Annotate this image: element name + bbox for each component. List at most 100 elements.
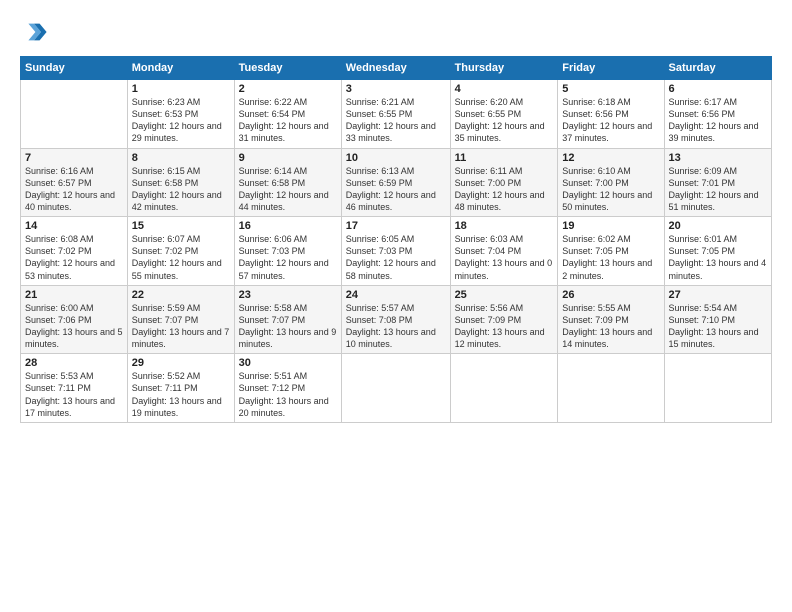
day-cell: 12Sunrise: 6:10 AM Sunset: 7:00 PM Dayli… [558,148,664,217]
day-number: 22 [132,289,230,301]
day-info: Sunrise: 6:17 AM Sunset: 6:56 PM Dayligh… [669,96,767,145]
day-cell: 23Sunrise: 5:58 AM Sunset: 7:07 PM Dayli… [234,285,341,354]
day-number: 19 [562,220,659,232]
day-number: 12 [562,152,659,164]
day-cell: 6Sunrise: 6:17 AM Sunset: 6:56 PM Daylig… [664,80,771,149]
weekday-tuesday: Tuesday [234,57,341,80]
day-number: 8 [132,152,230,164]
week-row-1: 1Sunrise: 6:23 AM Sunset: 6:53 PM Daylig… [21,80,772,149]
day-info: Sunrise: 5:51 AM Sunset: 7:12 PM Dayligh… [239,370,337,419]
day-number: 6 [669,83,767,95]
day-cell: 20Sunrise: 6:01 AM Sunset: 7:05 PM Dayli… [664,217,771,286]
day-info: Sunrise: 6:18 AM Sunset: 6:56 PM Dayligh… [562,96,659,145]
day-number: 1 [132,83,230,95]
day-info: Sunrise: 6:05 AM Sunset: 7:03 PM Dayligh… [346,233,446,282]
day-cell: 29Sunrise: 5:52 AM Sunset: 7:11 PM Dayli… [127,354,234,423]
day-number: 17 [346,220,446,232]
weekday-sunday: Sunday [21,57,128,80]
day-cell: 14Sunrise: 6:08 AM Sunset: 7:02 PM Dayli… [21,217,128,286]
week-row-2: 7Sunrise: 6:16 AM Sunset: 6:57 PM Daylig… [21,148,772,217]
day-number: 16 [239,220,337,232]
day-number: 7 [25,152,123,164]
day-cell: 1Sunrise: 6:23 AM Sunset: 6:53 PM Daylig… [127,80,234,149]
header [20,18,772,46]
logo-icon [20,18,48,46]
day-cell: 28Sunrise: 5:53 AM Sunset: 7:11 PM Dayli… [21,354,128,423]
day-info: Sunrise: 6:09 AM Sunset: 7:01 PM Dayligh… [669,165,767,214]
day-info: Sunrise: 6:06 AM Sunset: 7:03 PM Dayligh… [239,233,337,282]
day-info: Sunrise: 6:11 AM Sunset: 7:00 PM Dayligh… [455,165,554,214]
day-cell: 24Sunrise: 5:57 AM Sunset: 7:08 PM Dayli… [341,285,450,354]
day-info: Sunrise: 6:15 AM Sunset: 6:58 PM Dayligh… [132,165,230,214]
day-number: 11 [455,152,554,164]
day-cell: 19Sunrise: 6:02 AM Sunset: 7:05 PM Dayli… [558,217,664,286]
day-info: Sunrise: 6:14 AM Sunset: 6:58 PM Dayligh… [239,165,337,214]
day-cell: 9Sunrise: 6:14 AM Sunset: 6:58 PM Daylig… [234,148,341,217]
day-info: Sunrise: 6:03 AM Sunset: 7:04 PM Dayligh… [455,233,554,282]
day-cell: 5Sunrise: 6:18 AM Sunset: 6:56 PM Daylig… [558,80,664,149]
weekday-friday: Friday [558,57,664,80]
day-number: 13 [669,152,767,164]
day-info: Sunrise: 5:58 AM Sunset: 7:07 PM Dayligh… [239,302,337,351]
day-number: 9 [239,152,337,164]
day-cell [341,354,450,423]
day-number: 23 [239,289,337,301]
day-number: 25 [455,289,554,301]
day-cell: 26Sunrise: 5:55 AM Sunset: 7:09 PM Dayli… [558,285,664,354]
day-info: Sunrise: 6:07 AM Sunset: 7:02 PM Dayligh… [132,233,230,282]
day-info: Sunrise: 6:16 AM Sunset: 6:57 PM Dayligh… [25,165,123,214]
day-number: 20 [669,220,767,232]
logo [20,18,52,46]
week-row-5: 28Sunrise: 5:53 AM Sunset: 7:11 PM Dayli… [21,354,772,423]
day-cell: 16Sunrise: 6:06 AM Sunset: 7:03 PM Dayli… [234,217,341,286]
day-info: Sunrise: 6:13 AM Sunset: 6:59 PM Dayligh… [346,165,446,214]
day-cell: 17Sunrise: 6:05 AM Sunset: 7:03 PM Dayli… [341,217,450,286]
day-number: 2 [239,83,337,95]
day-cell: 10Sunrise: 6:13 AM Sunset: 6:59 PM Dayli… [341,148,450,217]
day-cell: 22Sunrise: 5:59 AM Sunset: 7:07 PM Dayli… [127,285,234,354]
weekday-thursday: Thursday [450,57,558,80]
day-cell [21,80,128,149]
day-number: 30 [239,357,337,369]
day-number: 29 [132,357,230,369]
day-cell: 4Sunrise: 6:20 AM Sunset: 6:55 PM Daylig… [450,80,558,149]
day-number: 10 [346,152,446,164]
day-cell: 18Sunrise: 6:03 AM Sunset: 7:04 PM Dayli… [450,217,558,286]
day-cell: 11Sunrise: 6:11 AM Sunset: 7:00 PM Dayli… [450,148,558,217]
day-cell: 2Sunrise: 6:22 AM Sunset: 6:54 PM Daylig… [234,80,341,149]
page: SundayMondayTuesdayWednesdayThursdayFrid… [0,0,792,612]
day-number: 4 [455,83,554,95]
day-number: 18 [455,220,554,232]
day-number: 28 [25,357,123,369]
day-info: Sunrise: 6:01 AM Sunset: 7:05 PM Dayligh… [669,233,767,282]
day-cell [450,354,558,423]
week-row-3: 14Sunrise: 6:08 AM Sunset: 7:02 PM Dayli… [21,217,772,286]
day-info: Sunrise: 5:59 AM Sunset: 7:07 PM Dayligh… [132,302,230,351]
day-cell: 27Sunrise: 5:54 AM Sunset: 7:10 PM Dayli… [664,285,771,354]
day-info: Sunrise: 6:22 AM Sunset: 6:54 PM Dayligh… [239,96,337,145]
day-number: 15 [132,220,230,232]
weekday-wednesday: Wednesday [341,57,450,80]
day-info: Sunrise: 5:56 AM Sunset: 7:09 PM Dayligh… [455,302,554,351]
day-cell [664,354,771,423]
calendar-table: SundayMondayTuesdayWednesdayThursdayFrid… [20,56,772,423]
weekday-monday: Monday [127,57,234,80]
day-cell: 30Sunrise: 5:51 AM Sunset: 7:12 PM Dayli… [234,354,341,423]
day-info: Sunrise: 5:52 AM Sunset: 7:11 PM Dayligh… [132,370,230,419]
day-cell: 7Sunrise: 6:16 AM Sunset: 6:57 PM Daylig… [21,148,128,217]
day-number: 21 [25,289,123,301]
day-info: Sunrise: 6:20 AM Sunset: 6:55 PM Dayligh… [455,96,554,145]
day-cell: 8Sunrise: 6:15 AM Sunset: 6:58 PM Daylig… [127,148,234,217]
weekday-header-row: SundayMondayTuesdayWednesdayThursdayFrid… [21,57,772,80]
day-number: 14 [25,220,123,232]
day-cell: 15Sunrise: 6:07 AM Sunset: 7:02 PM Dayli… [127,217,234,286]
day-info: Sunrise: 6:21 AM Sunset: 6:55 PM Dayligh… [346,96,446,145]
day-info: Sunrise: 6:23 AM Sunset: 6:53 PM Dayligh… [132,96,230,145]
day-info: Sunrise: 6:00 AM Sunset: 7:06 PM Dayligh… [25,302,123,351]
day-info: Sunrise: 5:57 AM Sunset: 7:08 PM Dayligh… [346,302,446,351]
weekday-saturday: Saturday [664,57,771,80]
day-cell: 25Sunrise: 5:56 AM Sunset: 7:09 PM Dayli… [450,285,558,354]
day-cell [558,354,664,423]
day-number: 24 [346,289,446,301]
day-cell: 3Sunrise: 6:21 AM Sunset: 6:55 PM Daylig… [341,80,450,149]
